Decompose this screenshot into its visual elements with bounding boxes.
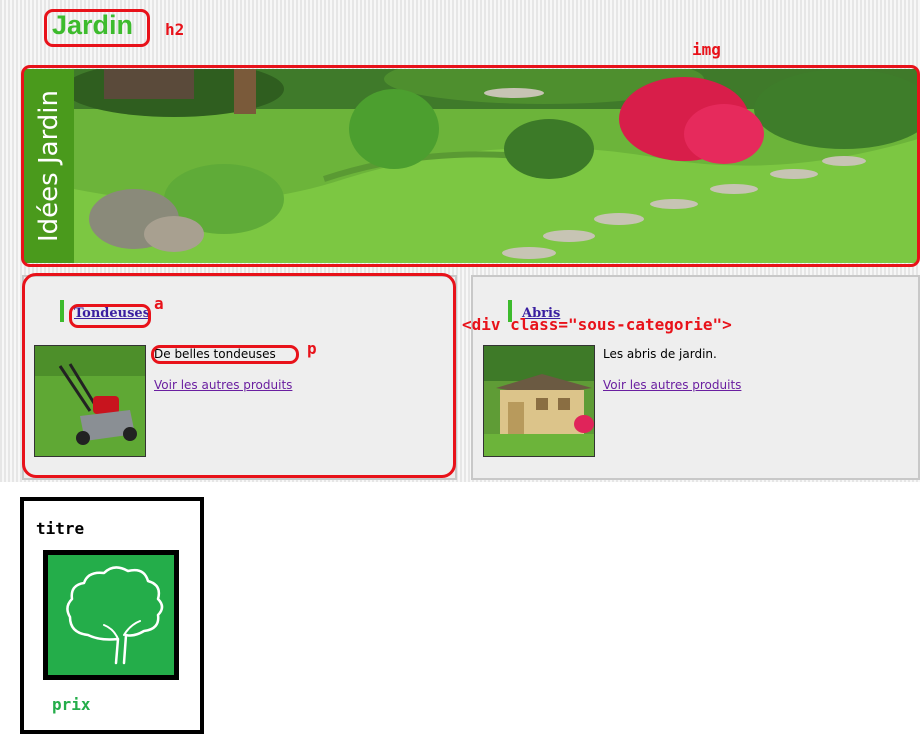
garden-shed-photo[interactable] bbox=[483, 345, 595, 457]
shed-illustration bbox=[484, 346, 594, 456]
annotation-box-h2 bbox=[44, 9, 150, 47]
annotation-label-h2: h2 bbox=[165, 20, 185, 39]
sketch-price: prix bbox=[52, 695, 91, 714]
annotation-label-p: p bbox=[307, 339, 317, 358]
sketch-image-frame bbox=[43, 550, 179, 680]
more-products-link[interactable]: Voir les autres produits bbox=[603, 378, 741, 392]
sketch-title: titre bbox=[36, 519, 85, 538]
annotation-label-a: a bbox=[154, 294, 164, 313]
annotation-label-div: <div class="sous-categorie"> bbox=[462, 315, 732, 334]
annotation-box-p bbox=[151, 345, 299, 364]
category-description: Les abris de jardin. bbox=[603, 347, 717, 361]
annotation-box-img bbox=[21, 65, 920, 267]
annotation-label-img: img bbox=[692, 40, 721, 59]
product-sketch-card: titre prix bbox=[20, 497, 204, 734]
annotation-box-a bbox=[69, 304, 151, 328]
tree-icon bbox=[66, 566, 164, 665]
